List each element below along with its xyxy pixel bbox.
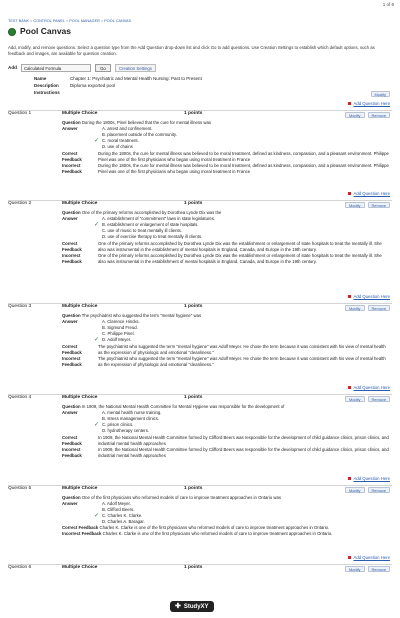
creation-settings-button[interactable]: Creation Settings	[114, 64, 156, 72]
page-title: Pool Canvas	[20, 26, 72, 36]
studyxy-watermark: ✚ StudyXY	[170, 601, 214, 613]
modify-button[interactable]: Modify	[345, 396, 365, 402]
correct-feedback: Correct Feedback In 1909, the National Men…	[62, 434, 389, 446]
modify-button[interactable]: Modify	[345, 305, 365, 311]
question-type: Multiple Choice	[62, 486, 98, 492]
breadcrumb-item[interactable]: TEST BANK	[8, 19, 29, 23]
question-body: Question In 1909, the National Mental He…	[62, 404, 390, 459]
question-number: Question 2	[8, 201, 32, 207]
question-type: Multiple Choice	[62, 111, 98, 117]
correct-feedback: Correct Feedback During the 1800s, the cur…	[62, 150, 389, 162]
incorrect-feedback: Incorrect Feedback In 1909, the National M…	[62, 447, 389, 459]
answer-options: A. mental health nurse training. B. stre…	[94, 410, 390, 434]
add-question-here-link[interactable]: Add Question Here	[348, 476, 390, 482]
incorrect-feedback: Incorrect Feedback Charles K. Clarke is …	[62, 530, 333, 536]
add-question-here-link[interactable]: Add Question Here	[348, 101, 390, 107]
question-number: Question 5	[8, 486, 32, 492]
question-header: Question 3 Multiple Choice 1 points Modi…	[8, 303, 392, 311]
question-header: Question 2 Multiple Choice 1 points Modi…	[8, 200, 392, 208]
answer-options: A. arrest and confinement. B. placement …	[94, 126, 390, 150]
remove-button[interactable]: Remove	[367, 566, 390, 572]
modify-pool-button[interactable]: Modify	[370, 91, 390, 97]
remove-button[interactable]: Remove	[367, 396, 390, 402]
add-question-here-link[interactable]: Add Question Here	[348, 294, 390, 300]
question-header: Question 5 Multiple Choice 1 points Modi…	[8, 485, 392, 493]
question-points: 1 points	[184, 111, 203, 117]
modify-button[interactable]: Modify	[345, 487, 365, 493]
question-body: Question During the 1800s, Pinel believe…	[62, 120, 390, 175]
correct-feedback: Correct Feedback One of the primary reform…	[62, 240, 382, 252]
intro-text: Add, modify, and remove questions. Selec…	[8, 45, 375, 56]
pool-meta: Name Chapter 1: Psychiatric and Mental He…	[34, 76, 202, 97]
go-button[interactable]: Go	[94, 64, 111, 72]
plus-icon: ✚	[175, 603, 181, 610]
incorrect-feedback: Incorrect Feedback During the 1800s, the c…	[62, 163, 389, 175]
incorrect-feedback: Incorrect Feedback The psychiatrist who su…	[62, 356, 386, 368]
answer-option-correct: ✓ D. Adolf Meyer.	[94, 336, 132, 343]
incorrect-feedback: Incorrect Feedback One of the primary refo…	[62, 253, 382, 265]
modify-button[interactable]: Modify	[345, 112, 365, 118]
question-number: Question 4	[8, 395, 32, 401]
remove-button[interactable]: Remove	[367, 487, 390, 493]
meta-value: Chapter 1: Psychiatric and Mental Health…	[70, 76, 202, 81]
question-points: 1 points	[184, 304, 203, 310]
question-body: Question The psychiatrist who suggested …	[62, 313, 390, 368]
correct-feedback: Correct Feedback The psychiatrist who sugg…	[62, 343, 386, 355]
add-question-here-link[interactable]: Add Question Here	[348, 555, 390, 561]
remove-button[interactable]: Remove	[367, 112, 390, 118]
title-row: Pool Canvas	[8, 26, 71, 37]
remove-button[interactable]: Remove	[367, 305, 390, 311]
answer-options: A. Adolf Meyer. B. Clifford Beers. ✓ C. C…	[94, 501, 390, 525]
question-number: Question 3	[8, 304, 32, 310]
meta-key: Name	[34, 76, 47, 81]
breadcrumb-item[interactable]: CONTROL PANEL	[33, 19, 65, 23]
breadcrumb: TEST BANK > CONTROL PANEL > POOL MANAGER…	[8, 19, 132, 23]
question-points: 1 points	[184, 201, 203, 207]
question-body: Question One of the primary reforms acco…	[62, 210, 390, 265]
question-points: 1 points	[184, 395, 203, 401]
question-number: Question 6	[8, 565, 32, 571]
question-type: Multiple Choice	[62, 201, 98, 207]
answer-option: D. use of chains	[102, 143, 133, 149]
question-type: Multiple Choice	[62, 565, 98, 571]
question-type-select[interactable]: Calculated Formula	[20, 64, 91, 72]
meta-key: Description	[34, 83, 59, 88]
breadcrumb-item[interactable]: POOL MANAGER	[69, 19, 100, 23]
meta-value: Diploma exported pool	[70, 83, 116, 88]
modify-button[interactable]: Modify	[345, 202, 365, 208]
answer-option: D. hydrotherapy centers.	[102, 427, 150, 433]
remove-button[interactable]: Remove	[367, 202, 390, 208]
page-number: 1 of 6	[382, 2, 394, 7]
answer-options: A. Clarence Hincks. B. Sigmund Freud. C.…	[94, 319, 390, 343]
modify-button[interactable]: Modify	[345, 566, 365, 572]
add-question-bar: Add Calculated Formula Go Creation Setti…	[8, 64, 156, 72]
meta-key: Instructions	[34, 90, 60, 95]
answer-option: D. use of exercise therapy to treat ment…	[102, 233, 203, 239]
question-number: Question 1	[8, 111, 32, 117]
question-header: Question 1 Multiple Choice 1 points Modi…	[8, 110, 392, 118]
pool-icon	[8, 27, 16, 36]
breadcrumb-item: POOL CANVAS	[104, 19, 132, 23]
add-question-here-link[interactable]: Add Question Here	[348, 191, 390, 197]
answer-option: D. Charles A. Baragar.	[102, 518, 145, 524]
question-type: Multiple Choice	[62, 304, 98, 310]
question-points: 1 points	[184, 565, 203, 571]
add-question-here-link[interactable]: Add Question Here	[348, 385, 390, 391]
add-label: Add	[8, 64, 17, 70]
question-points: 1 points	[184, 486, 203, 492]
answer-options: A. establishment of "commitment" laws in…	[94, 216, 390, 240]
question-body: Question One of the first physicians who…	[62, 495, 390, 536]
checkmark-icon: ✓	[94, 336, 100, 343]
question-type: Multiple Choice	[62, 395, 98, 401]
question-header: Question 4 Multiple Choice 1 points Modi…	[8, 394, 392, 402]
question-header: Question 6 Multiple Choice 1 points Modi…	[8, 564, 392, 572]
